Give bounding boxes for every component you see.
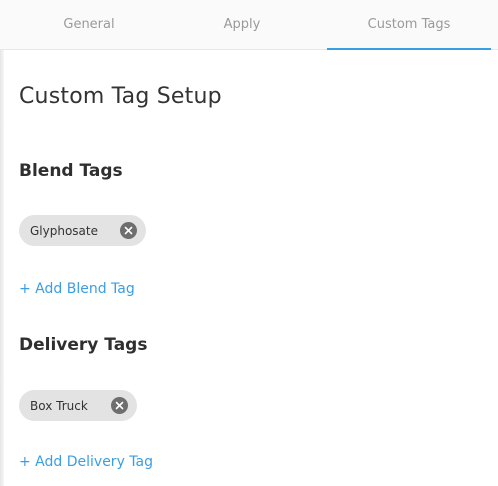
close-circle-icon[interactable]	[120, 222, 137, 239]
blend-tags-heading: Blend Tags	[19, 161, 123, 181]
delivery-tag-label: Box Truck	[30, 398, 88, 413]
add-delivery-tag-link[interactable]: + Add Delivery Tag	[19, 454, 153, 470]
tab-bar: General Apply Custom Tags	[0, 0, 498, 50]
blend-tag-chip: Glyphosate	[19, 215, 146, 246]
delivery-tags-heading: Delivery Tags	[19, 335, 148, 355]
panel-left-edge	[0, 0, 4, 486]
blend-tag-label: Glyphosate	[30, 223, 98, 238]
tab-apply[interactable]: Apply	[172, 0, 312, 49]
tab-custom-tags[interactable]: Custom Tags	[327, 0, 491, 50]
delivery-tag-chip: Box Truck	[19, 390, 137, 421]
page-title: Custom Tag Setup	[19, 84, 222, 109]
add-blend-tag-link[interactable]: + Add Blend Tag	[19, 281, 135, 297]
close-circle-icon[interactable]	[111, 397, 128, 414]
tab-general[interactable]: General	[20, 0, 158, 49]
